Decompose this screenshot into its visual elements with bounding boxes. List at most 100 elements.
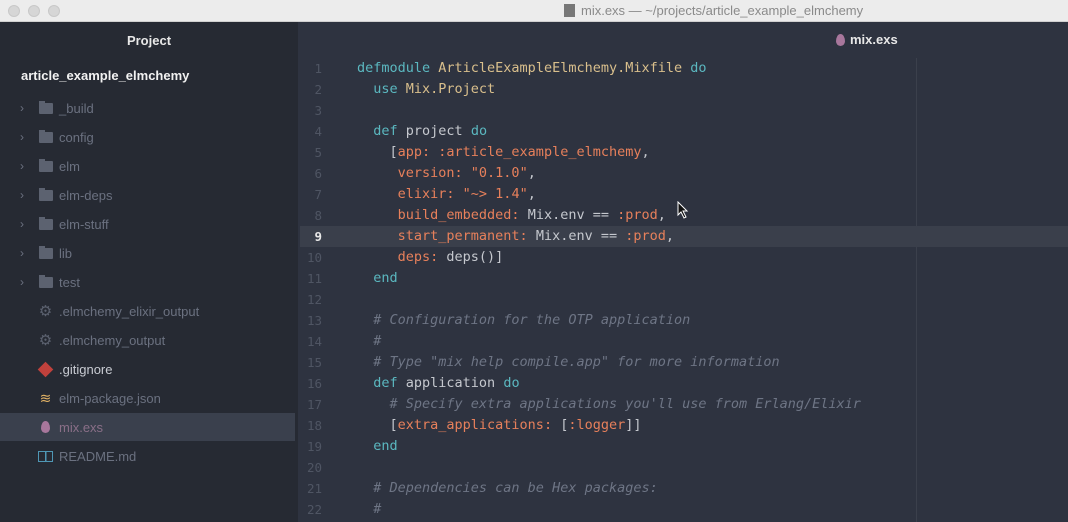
mouse-cursor-icon [677,201,689,219]
line-number: 18 [306,418,322,433]
code-text: start_permanent: Mix.env == :prod, [357,226,674,247]
tab-label: mix.exs [850,32,898,47]
code-text: # Type "mix help compile.app" for more i… [357,352,780,373]
tree-item-elm-deps[interactable]: › elm-deps [0,181,295,209]
code-text: def project do [357,121,487,142]
chevron-right-icon[interactable]: › [20,246,24,260]
tree-item-elmchemy-output[interactable]: ⚙ .elmchemy_output [0,326,295,354]
code-text: # [357,331,381,352]
tree-item-gitignore[interactable]: .gitignore [0,355,295,383]
tree-item-label: elm [59,158,80,174]
code-token: defmodule [357,60,439,76]
code-text: # Configuration for the OTP application [357,310,690,331]
code-token: , [665,228,674,244]
tree-item-label: test [59,274,80,290]
code-line[interactable]: 3 [300,100,1068,121]
code-token: app: :article_example_elmchemy [397,144,642,160]
chevron-right-icon[interactable]: › [20,188,24,202]
code-token: , [641,144,650,160]
line-number: 1 [314,61,322,76]
code-token: :prod [625,228,666,244]
code-token: do [690,60,707,76]
code-token: end [357,438,398,454]
chevron-right-icon[interactable]: › [20,159,24,173]
tree-item-config[interactable]: › config [0,123,295,151]
line-number: 20 [306,460,322,475]
code-text: deps: deps()] [357,247,504,268]
tab-mix-exs[interactable]: mix.exs [836,32,898,47]
tree-item-build[interactable]: › _build [0,94,295,122]
code-line[interactable]: 13 # Configuration for the OTP applicati… [300,310,1068,331]
tree-item-label: mix.exs [59,419,104,435]
project-root[interactable]: article_example_elmchemy [21,68,189,83]
code-text: end [357,436,398,457]
code-line[interactable]: 21 # Dependencies can be Hex packages: [300,478,1068,499]
folder-icon [38,245,53,260]
code-token: # [357,501,382,517]
code-token: # Specify extra applications you'll use … [357,396,861,412]
tree-item-elmchemy-elixir-output[interactable]: ⚙ .elmchemy_elixir_output [0,297,295,325]
tree-item-test[interactable]: › test [0,268,295,296]
code-text: defmodule ArticleExampleElmchemy.Mixfile… [357,58,707,79]
tree-item-elm-package-json[interactable]: ≋ elm-package.json [0,384,295,412]
code-text: # [357,499,381,520]
code-token: , [527,186,536,202]
code-text: elixir: "~> 1.4", [357,184,536,205]
code-editor[interactable]: 1 defmodule ArticleExampleElmchemy.Mixfil… [300,58,1068,520]
tree-item-elm[interactable]: › elm [0,152,295,180]
tree-item-elm-stuff[interactable]: › elm-stuff [0,210,295,238]
chevron-right-icon[interactable]: › [20,275,24,289]
code-line[interactable]: 1 defmodule ArticleExampleElmchemy.Mixfil… [300,58,1068,79]
line-number: 7 [314,187,322,202]
code-text: [extra_applications: [:logger]] [357,415,642,436]
code-line[interactable]: 6 version: "0.1.0", [300,163,1068,184]
code-line[interactable]: 12 [300,289,1068,310]
tree-item-mix-exs[interactable]: mix.exs [0,413,295,441]
code-token: start_permanent: [357,228,536,244]
code-token: build_embedded: [357,207,528,223]
code-line[interactable]: 17 # Specify extra applications you'll u… [300,394,1068,415]
code-token: # Dependencies can be Hex packages: [357,480,658,496]
tree-item-label: .elmchemy_output [59,332,166,348]
code-line[interactable]: 11 end [300,268,1068,289]
chevron-right-icon[interactable]: › [20,101,24,115]
line-number: 3 [314,103,322,118]
code-line[interactable]: 15 # Type "mix help compile.app" for mor… [300,352,1068,373]
code-line[interactable]: 16 def application do [300,373,1068,394]
close-window-button[interactable] [8,5,20,17]
code-token: ArticleExampleElmchemy.Mixfile [438,60,691,76]
line-number: 11 [306,271,322,286]
code-text: [app: :article_example_elmchemy, [357,142,650,163]
code-line[interactable]: 10 deps: deps()] [300,247,1068,268]
code-line[interactable]: 4 def project do [300,121,1068,142]
line-number: 2 [314,82,322,97]
code-line[interactable]: 2 use Mix.Project [300,79,1068,100]
code-line[interactable]: 19 end [300,436,1068,457]
line-number: 10 [306,250,322,265]
chevron-right-icon[interactable]: › [20,130,24,144]
folder-icon [38,274,53,289]
git-icon [37,361,54,377]
chevron-right-icon[interactable]: › [20,217,24,231]
folder-icon [38,216,53,231]
code-line[interactable]: 22 # [300,499,1068,520]
code-token: # Type "mix help compile.app" for more i… [357,354,780,370]
code-line[interactable]: 9 start_permanent: Mix.env == :prod, [300,226,1068,247]
code-token: deps: [357,249,447,265]
code-token: end [357,270,398,286]
code-token: version: [357,165,471,181]
zoom-window-button[interactable] [48,5,60,17]
code-line[interactable]: 5 [app: :article_example_elmchemy, [300,142,1068,163]
code-line[interactable]: 20 [300,457,1068,478]
code-token: [ [357,144,398,160]
code-token: "0.1.0" [470,165,528,181]
minimize-window-button[interactable] [28,5,40,17]
code-line[interactable]: 14 # [300,331,1068,352]
tree-item-lib[interactable]: › lib [0,239,295,267]
code-text: build_embedded: Mix.env == :prod, [357,205,666,226]
code-token: use [357,81,406,97]
tree-item-readme-md[interactable]: README.md [0,442,295,470]
window-title-text: mix.exs — ~/projects/article_example_elm… [581,3,864,18]
code-line[interactable]: 18 [extra_applications: [:logger]] [300,415,1068,436]
window-title: mix.exs — ~/projects/article_example_elm… [564,3,863,18]
